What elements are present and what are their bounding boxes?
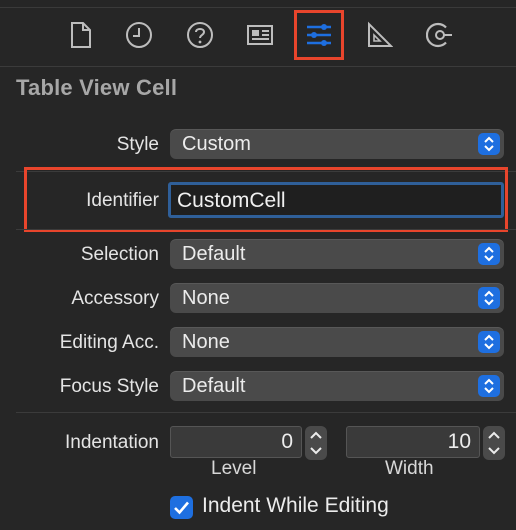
connections-inspector-tab[interactable] (417, 12, 463, 58)
editing-acc-value: None (182, 331, 230, 353)
sliders-icon (307, 24, 331, 46)
selection-value: Default (182, 243, 246, 265)
ruler-icon (368, 21, 393, 47)
level-label: Level (211, 458, 257, 479)
width-label: Width (385, 458, 434, 479)
stepper-arrows-icon (488, 431, 500, 455)
divider (16, 229, 516, 230)
indentation-width-stepper[interactable] (483, 426, 505, 460)
indentation-level-value: 0 (281, 430, 293, 453)
indent-while-editing-checkbox[interactable] (170, 496, 193, 519)
indent-while-editing-label: Indent While Editing (202, 494, 389, 517)
connection-icon (426, 22, 452, 48)
document-icon (71, 22, 91, 48)
identity-inspector-tab[interactable] (237, 12, 283, 58)
selection-popup[interactable]: Default (170, 239, 504, 269)
accessory-popup[interactable]: None (170, 283, 504, 313)
quick-help-tab[interactable] (177, 12, 223, 58)
chevron-updown-icon (478, 133, 500, 155)
indentation-width-field[interactable]: 10 (346, 426, 480, 458)
chevron-updown-icon (478, 287, 500, 309)
attributes-inspector-tab[interactable] (294, 10, 344, 60)
indentation-label: Indentation (64, 432, 159, 453)
indentation-level-stepper[interactable] (305, 426, 327, 460)
chevron-updown-icon (478, 375, 500, 397)
selection-label: Selection (80, 244, 159, 265)
question-icon (187, 22, 213, 48)
focus-style-value: Default (182, 375, 246, 397)
clock-icon (126, 22, 152, 48)
history-inspector-tab[interactable] (116, 12, 162, 58)
style-value: Custom (182, 133, 251, 155)
identifier-highlight (24, 167, 508, 232)
inspector-toolbar (0, 0, 516, 66)
focus-style-popup[interactable]: Default (170, 371, 504, 401)
section-title: Table View Cell (16, 75, 178, 100)
chevron-updown-icon (478, 243, 500, 265)
indentation-width-value: 10 (447, 430, 471, 453)
accessory-value: None (182, 287, 230, 309)
focus-style-label: Focus Style (59, 376, 159, 397)
editing-acc-popup[interactable]: None (170, 327, 504, 357)
editing-acc-label: Editing Acc. (59, 332, 159, 353)
size-inspector-tab[interactable] (356, 12, 402, 58)
accessory-label: Accessory (71, 288, 159, 309)
divider (16, 412, 516, 413)
indentation-level-field[interactable]: 0 (170, 426, 302, 458)
style-popup[interactable]: Custom (170, 129, 504, 159)
style-label: Style (116, 134, 159, 155)
toolbar-divider (0, 66, 516, 67)
chevron-updown-icon (478, 331, 500, 353)
checkmark-icon (174, 501, 189, 515)
id-card-icon (247, 25, 273, 45)
file-inspector-tab[interactable] (58, 12, 104, 58)
stepper-arrows-icon (310, 431, 322, 455)
